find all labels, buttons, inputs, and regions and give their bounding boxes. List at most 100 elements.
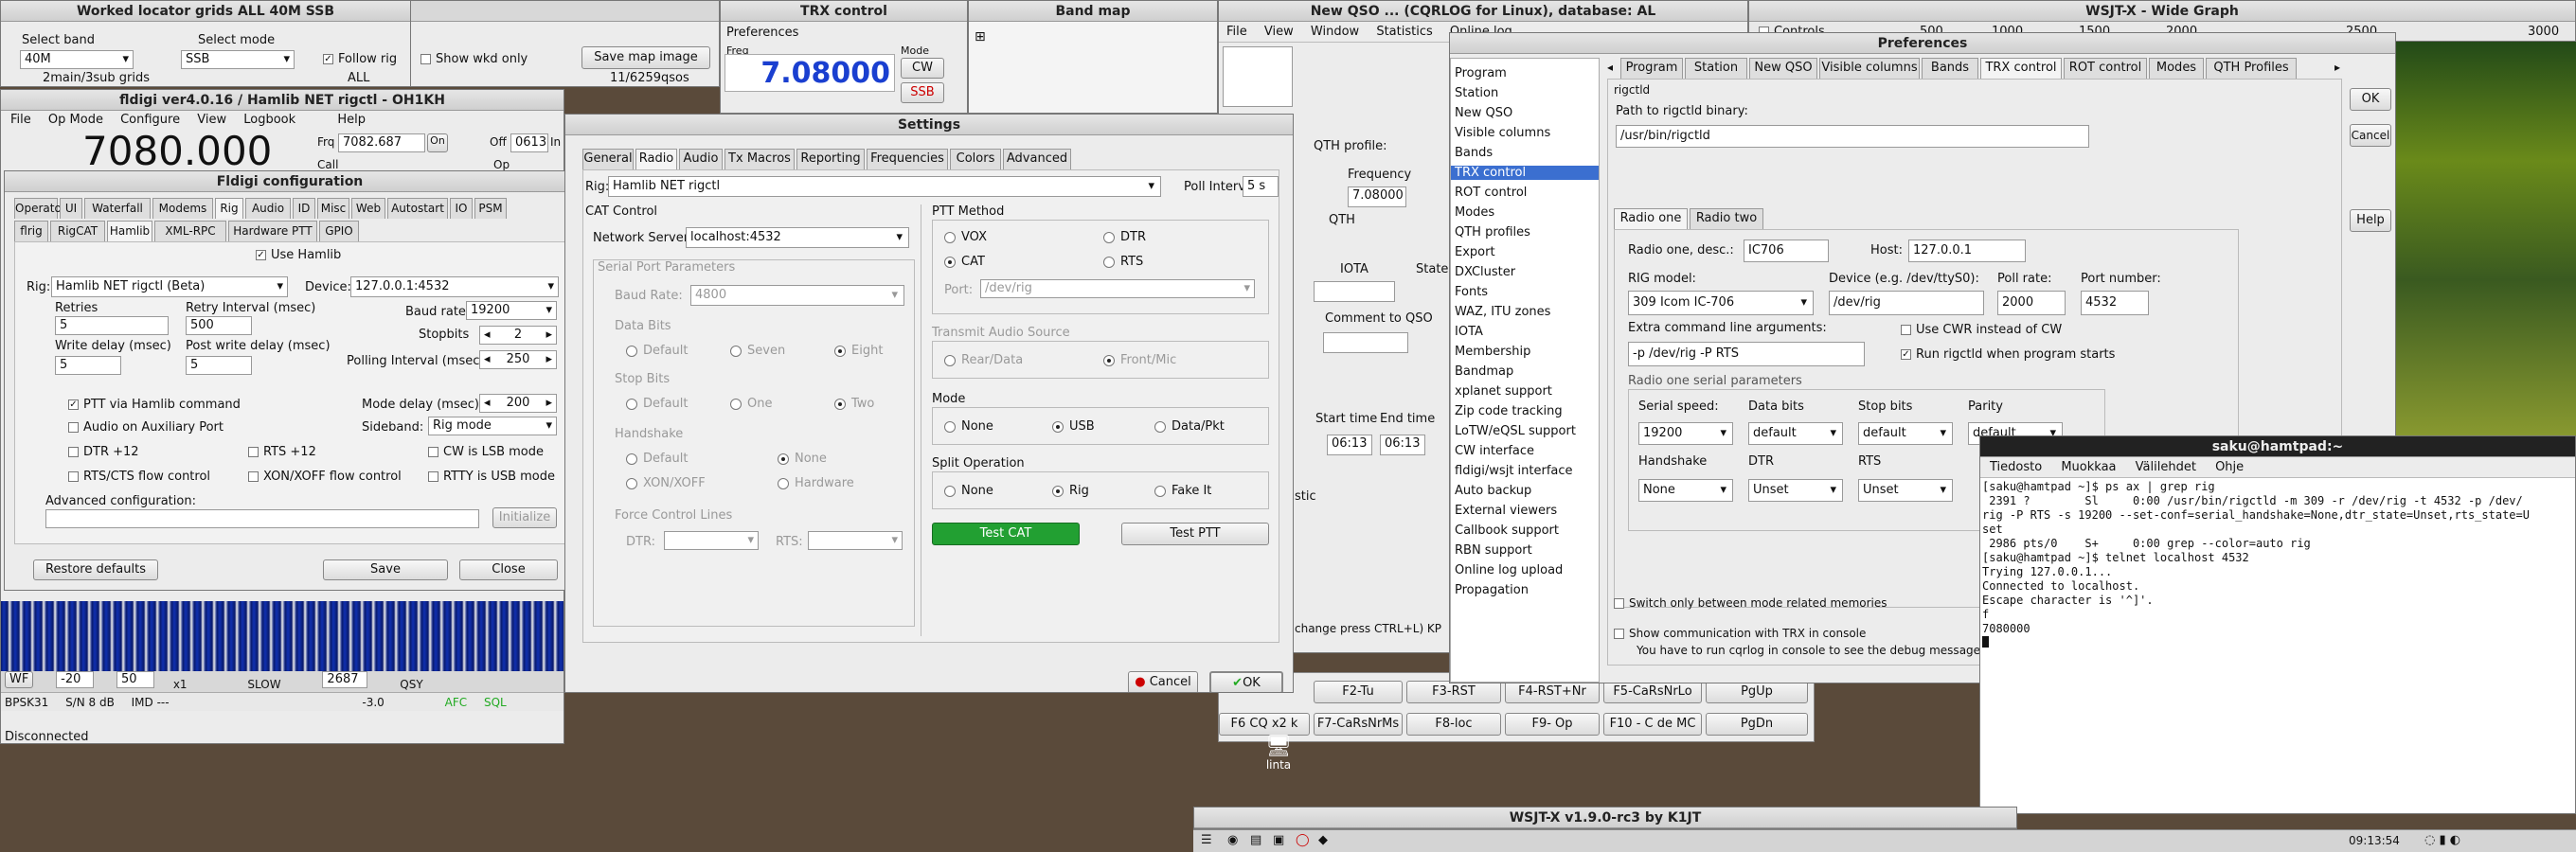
net-server-field[interactable]: localhost:4532 ▾	[686, 227, 909, 248]
terminal-output[interactable]: [saku@hamtpad ~]$ ps ax | grep rig 2391 …	[1982, 480, 2573, 813]
frequency-field[interactable]: 7.08000	[1348, 186, 1406, 207]
xonxoff-check[interactable]: XON/XOFF flow control	[248, 470, 402, 484]
mode-usb-radio[interactable]: USB	[1052, 419, 1095, 434]
prefs-tab[interactable]: Program	[1620, 58, 1683, 79]
sb-one-radio[interactable]: One	[730, 397, 772, 411]
ptt-port-select[interactable]: /dev/rig ▾	[980, 279, 1255, 298]
config-tab[interactable]: Waterfall	[84, 198, 151, 219]
rigctld-path-field[interactable]: /usr/bin/rigctld	[1616, 125, 2089, 148]
ptt-vox-radio[interactable]: VOX	[944, 230, 987, 244]
prefs-nav-item[interactable]: Modes	[1455, 205, 1599, 220]
show-comm-check[interactable]: Show communication with TRX in console	[1614, 627, 1866, 640]
prefs-nav-item[interactable]: TRX control	[1451, 166, 1599, 180]
fldigi-waterfall[interactable]	[1, 601, 564, 671]
settings-tab[interactable]: Radio	[635, 149, 677, 169]
speed-select[interactable]: 19200 ▾	[1638, 422, 1733, 445]
retry-interval-field[interactable]: 500	[186, 316, 252, 335]
stop-bits-select[interactable]: default ▾	[1858, 422, 1953, 445]
ptt-dtr-radio[interactable]: DTR	[1103, 230, 1146, 244]
config-tab[interactable]: Web	[351, 198, 385, 219]
tab-stic[interactable]: stic	[1295, 489, 1316, 504]
ssb-button[interactable]: SSB	[901, 82, 944, 103]
iota-field[interactable]	[1314, 281, 1395, 302]
polling-spinner[interactable]: ◂ 250 ▸	[479, 350, 557, 369]
ptt-rts-radio[interactable]: RTS	[1103, 255, 1143, 269]
settings-tab[interactable]: Advanced	[1003, 149, 1071, 169]
host-field[interactable]: 127.0.0.1	[1908, 240, 2026, 262]
wf-range[interactable]: 50	[116, 671, 154, 688]
menu-statistics[interactable]: Statistics	[1376, 25, 1432, 39]
split-none-radio[interactable]: None	[944, 484, 993, 498]
mode-status[interactable]: BPSK31	[5, 696, 48, 709]
stopbits-spinner[interactable]: ◂ 2 ▸	[479, 326, 557, 345]
save-map-button[interactable]: Save map image	[581, 46, 710, 69]
tab-radio-two[interactable]: Radio two	[1690, 208, 1763, 229]
prefs-nav-item[interactable]: WAZ, ITU zones	[1455, 305, 1599, 319]
trx-prefs-menu[interactable]: Preferences	[726, 26, 798, 40]
tray-icons[interactable]: ◌ ▮ ◐	[2424, 833, 2460, 847]
prefs-cancel-button[interactable]: Cancel	[2350, 124, 2391, 147]
prefs-nav-item[interactable]: Fonts	[1455, 285, 1599, 299]
switch-only-check[interactable]: Switch only between mode related memorie…	[1614, 596, 1887, 610]
handshake-select[interactable]: None ▾	[1638, 479, 1733, 502]
settings-tab[interactable]: Reporting	[796, 149, 865, 169]
poll-rate-field[interactable]: 2000	[1997, 291, 2066, 315]
run-rigctld-check[interactable]: ✓ Run rigctld when program starts	[1901, 347, 2115, 362]
menu-file[interactable]: File	[1226, 25, 1247, 39]
prefs-nav-item[interactable]: Callbook support	[1455, 524, 1599, 538]
dtr12-check[interactable]: DTR +12	[68, 445, 139, 459]
test-cat-button[interactable]: Test CAT	[932, 523, 1080, 545]
clock[interactable]: 09:13:54	[2349, 834, 2400, 847]
prefs-nav-item[interactable]: DXCluster	[1455, 265, 1599, 279]
prefs-nav-item[interactable]: Program	[1455, 66, 1599, 80]
fl-rig-select[interactable]: Hamlib NET rigctl (Beta) ▾	[51, 276, 288, 297]
frq-field[interactable]: 7082.687	[338, 133, 425, 152]
test-ptt-button[interactable]: Test PTT	[1121, 523, 1269, 545]
retries-field[interactable]: 5	[55, 316, 169, 335]
prefs-ok-button[interactable]: OK	[2350, 88, 2391, 111]
fl-menu-help[interactable]: Help	[337, 113, 366, 127]
config-tab[interactable]: Rig	[215, 198, 243, 219]
restore-defaults-button[interactable]: Restore defaults	[33, 559, 158, 580]
x1-button[interactable]: x1	[173, 678, 188, 691]
start-time-field[interactable]: 06:13	[1327, 435, 1372, 455]
rig-subtab[interactable]: Hardware PTT	[228, 221, 317, 241]
front-mic-radio[interactable]: Front/Mic	[1103, 353, 1176, 367]
config-tab[interactable]: Modems	[152, 198, 213, 219]
settings-ok-button[interactable]: ✔OK	[1209, 671, 1283, 692]
settings-tab[interactable]: Audio	[679, 149, 723, 169]
baud-rate-select[interactable]: 4800 ▾	[690, 285, 904, 306]
term-menu-tabs[interactable]: Välilehdet	[2136, 460, 2196, 474]
prefs-nav-item[interactable]: LoTW/eQSL support	[1455, 424, 1599, 438]
menu-window[interactable]: Window	[1311, 25, 1359, 39]
macro-f2-button[interactable]: F2-Tu	[1314, 681, 1403, 703]
prefs-nav-item[interactable]: Bandmap	[1455, 364, 1599, 379]
files-icon[interactable]: ▤	[1250, 833, 1261, 847]
rtscts-check[interactable]: RTS/CTS flow control	[68, 470, 210, 484]
macro-f8-button[interactable]: F8-loc	[1406, 713, 1501, 736]
browser-icon[interactable]: ◉	[1227, 833, 1238, 847]
baud-select[interactable]: 19200 ▾	[466, 301, 557, 320]
db-eight-radio[interactable]: Eight	[834, 344, 883, 358]
rear-data-radio[interactable]: Rear/Data	[944, 353, 1023, 367]
prefs-nav-item[interactable]: RBN support	[1455, 543, 1599, 558]
rts12-check[interactable]: RTS +12	[248, 445, 316, 459]
prefs-tab[interactable]: Modes	[2149, 58, 2204, 79]
config-tab[interactable]: Autostart	[387, 198, 448, 219]
comment-field[interactable]	[1323, 332, 1408, 353]
poll-interval-spinner[interactable]: 5 s	[1243, 176, 1279, 197]
cw-lsb-check[interactable]: CW is LSB mode	[428, 445, 544, 459]
audio-aux-check[interactable]: Audio on Auxiliary Port	[68, 420, 224, 435]
mode-select[interactable]: SSB ▾	[181, 50, 295, 69]
term-menu-edit[interactable]: Muokkaa	[2061, 460, 2116, 474]
rtty-usb-check[interactable]: RTTY is USB mode	[428, 470, 555, 484]
macro-f9-button[interactable]: F9- Op	[1505, 713, 1600, 736]
db-value[interactable]: -3.0	[362, 696, 384, 709]
wf-button[interactable]: WF	[5, 671, 34, 688]
fl-menu-logbook[interactable]: Logbook	[243, 113, 295, 127]
sideband-select[interactable]: Rig mode ▾	[428, 417, 557, 435]
term-menu-file[interactable]: Tiedosto	[1990, 460, 2042, 474]
config-tab[interactable]: Audio	[245, 198, 291, 219]
menu-view[interactable]: View	[1264, 25, 1294, 39]
prefs-nav-item[interactable]: IOTA	[1455, 325, 1599, 339]
